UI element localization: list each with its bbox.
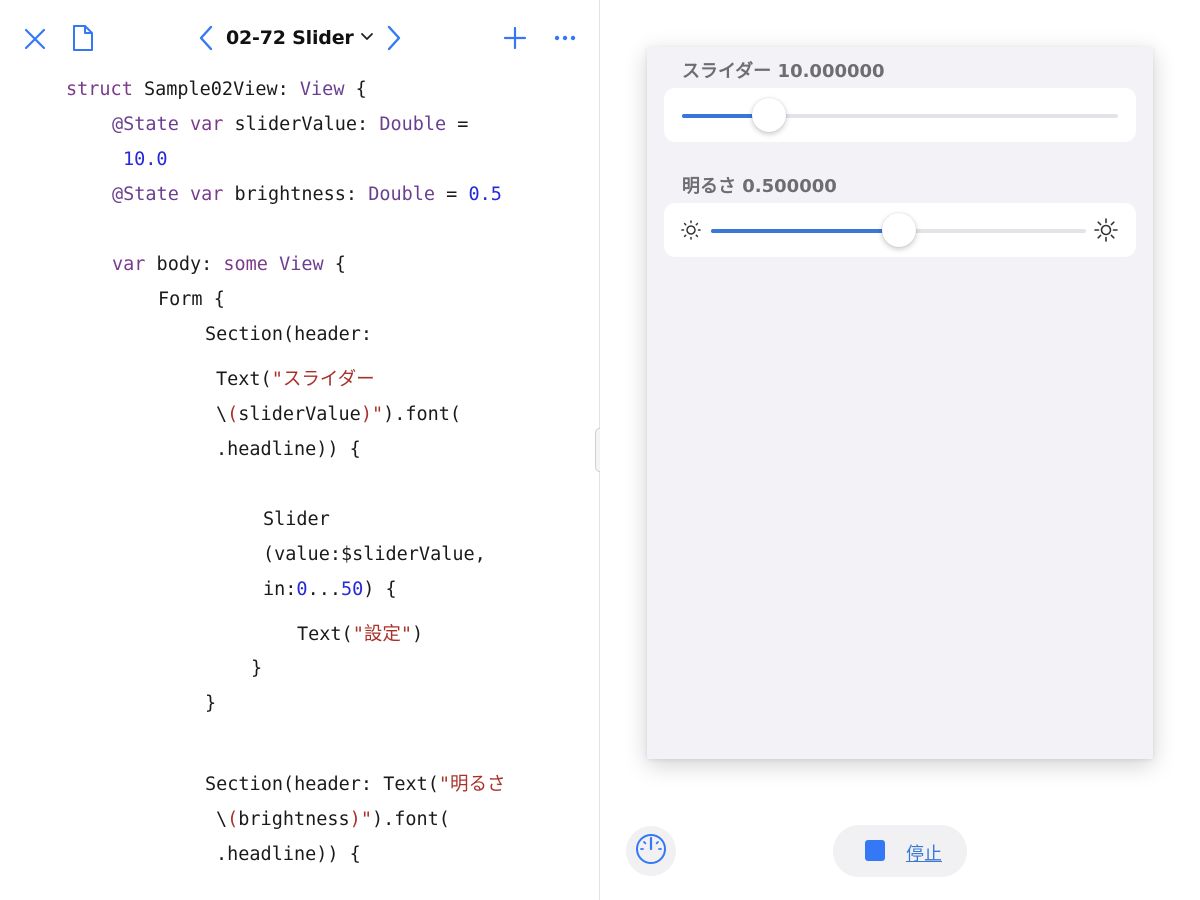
code-line: @State var sliderValue: Double = <box>112 114 469 135</box>
code-line: Form { <box>158 289 225 310</box>
code-line: in:0...50) { <box>263 579 397 600</box>
gauge-button[interactable] <box>626 826 676 876</box>
sun-min-icon <box>681 220 701 245</box>
code-line: @State var brightness: Double = 0.5 <box>112 184 502 205</box>
code-line: Section(header: <box>205 324 373 345</box>
brightness-slider-fill <box>711 229 899 233</box>
code-line: 10.0 <box>123 149 168 170</box>
slider-section-card <box>664 88 1136 142</box>
stop-label: 停止 <box>906 844 942 865</box>
slider-section-header: スライダー 10.000000 <box>682 61 885 82</box>
code-line: Text("スライダー <box>216 369 375 390</box>
code-line: var body: some View { <box>112 254 346 275</box>
code-area[interactable]: struct Sample02View: View { @State var s… <box>0 0 600 900</box>
code-line: Section(header: Text("明るさ <box>205 774 506 795</box>
code-line: \(sliderValue)").font( <box>216 404 462 425</box>
brightness-section-card <box>664 203 1136 257</box>
stop-square-icon <box>865 840 885 861</box>
code-line: Text("設定") <box>297 624 424 645</box>
code-editor-pane: 02-72 Slider struct Sample02View: View {… <box>0 0 600 900</box>
preview-pane: スライダー 10.000000 明るさ 0.500000 <box>600 0 1200 900</box>
code-line: \(brightness)").font( <box>216 809 450 830</box>
code-line: (value:$sliderValue, <box>263 544 486 565</box>
brightness-section-header: 明るさ 0.500000 <box>682 176 837 197</box>
slider-track[interactable] <box>682 114 1118 118</box>
slider-thumb[interactable] <box>752 98 787 132</box>
sun-max-icon <box>1094 218 1118 247</box>
preview-device: スライダー 10.000000 明るさ 0.500000 <box>647 47 1153 759</box>
code-line: } <box>205 693 217 714</box>
code-line: } <box>251 658 263 679</box>
code-line: struct Sample02View: View { <box>66 79 367 100</box>
stop-button[interactable]: 停止 <box>833 825 967 877</box>
code-line: Slider <box>263 509 330 530</box>
gauge-icon <box>634 832 668 871</box>
code-line: .headline)) { <box>216 439 361 460</box>
code-line: .headline)) { <box>216 844 361 865</box>
brightness-slider-thumb[interactable] <box>881 213 916 247</box>
